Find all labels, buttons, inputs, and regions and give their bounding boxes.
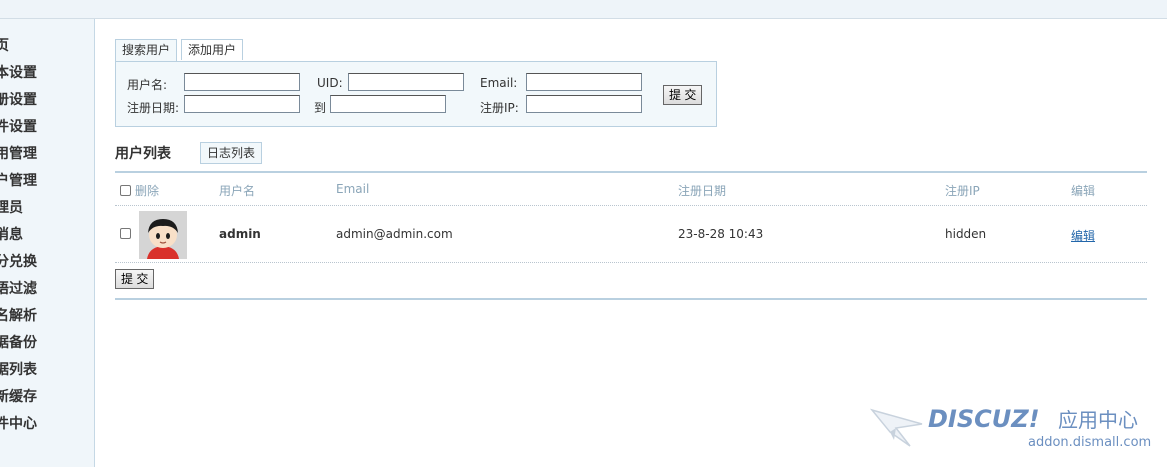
sidebar-item-domain-resolve[interactable]: 域名解析 [0, 303, 37, 330]
regip-label: 注册IP: [480, 101, 519, 115]
search-form: 用户名: UID: Email: 注册日期: 到 注册IP: 提 交 [115, 61, 717, 127]
user-table: 删除 用户名 Email 注册日期 注册IP 编辑 admin admin@ad… [115, 171, 1147, 289]
header-email: Email [336, 182, 370, 196]
select-all-checkbox[interactable] [120, 185, 131, 196]
list-submit-button[interactable]: 提 交 [115, 269, 155, 289]
sidebar-item-plugin-center[interactable]: 插件中心 [0, 411, 37, 438]
regdate-to-input[interactable] [330, 95, 446, 113]
sidebar-item-data-list[interactable]: 数据列表 [0, 357, 37, 384]
row-email: admin@admin.com [336, 227, 453, 241]
header-regip: 注册IP [945, 184, 980, 198]
sidebar-item-update-cache[interactable]: 更新缓存 [0, 384, 37, 411]
tab-log-list[interactable]: 日志列表 [200, 142, 263, 164]
regdate-label: 注册日期: [127, 101, 180, 115]
sidebar-item-user-management[interactable]: 用户管理 [0, 168, 37, 195]
watermark-suffix: 应用中心 [1058, 408, 1138, 432]
sidebar-item-messages[interactable]: 短消息 [0, 222, 37, 249]
row-edit-link[interactable]: 编辑 [1071, 227, 1095, 244]
tab-add-user[interactable]: 添加用户 [181, 39, 244, 60]
sidebar-item-register-settings[interactable]: 注册设置 [0, 87, 37, 114]
email-input[interactable] [526, 73, 642, 91]
header-regdate: 注册日期 [678, 184, 727, 198]
header-delete: 删除 [135, 184, 160, 198]
row-regdate: 23-8-28 10:43 [678, 227, 764, 241]
sidebar-item-word-filter[interactable]: 词语过滤 [0, 276, 37, 303]
search-tabs: 搜索用户 添加用户 [115, 39, 247, 62]
sidebar-item-credit-exchange[interactable]: 积分兑换 [0, 249, 37, 276]
sidebar-item-basic-settings[interactable]: 基本设置 [0, 60, 37, 87]
discuz-watermark: DISCUZ! 应用中心 addon.dismall.com [869, 402, 1160, 454]
search-submit-button[interactable]: 提 交 [663, 85, 703, 105]
sidebar: 首页 基本设置 注册设置 邮件设置 应用管理 用户管理 管理员 短消息 积分兑换… [0, 19, 95, 467]
row-username[interactable]: admin [219, 227, 261, 241]
main-content: 搜索用户 添加用户 用户名: UID: Email: 注册日期: 到 注册IP:… [95, 19, 1167, 467]
tab-search-user[interactable]: 搜索用户 [115, 39, 178, 62]
header-edit: 编辑 [1071, 184, 1096, 198]
regip-input[interactable] [526, 95, 642, 113]
row-regip: hidden [945, 227, 987, 241]
sidebar-item-admins[interactable]: 管理员 [0, 195, 37, 222]
watermark-url: addon.dismall.com [1028, 435, 1151, 450]
avatar [139, 211, 187, 259]
avatar-image-icon [139, 211, 187, 259]
uid-input[interactable] [348, 73, 464, 91]
header-username: 用户名 [219, 184, 256, 198]
regdate-to-label: 到 [314, 101, 327, 115]
email-label: Email: [480, 76, 518, 90]
sidebar-item-data-backup[interactable]: 数据备份 [0, 330, 37, 357]
username-label: 用户名: [127, 78, 168, 92]
username-input[interactable] [184, 73, 300, 91]
table-row: admin admin@admin.com 23-8-28 10:43 hidd… [115, 206, 1147, 263]
row-checkbox[interactable] [120, 228, 131, 239]
sidebar-item-app-management[interactable]: 应用管理 [0, 141, 37, 168]
table-bottom-divider [115, 298, 1147, 300]
table-header: 删除 用户名 Email 注册日期 注册IP 编辑 [115, 171, 1147, 206]
watermark-brand: DISCUZ! [928, 405, 1040, 433]
sidebar-item-mail-settings[interactable]: 邮件设置 [0, 114, 37, 141]
uid-label: UID: [317, 76, 343, 90]
discuz-logo-icon: DISCUZ! 应用中心 addon.dismall.com [869, 405, 1151, 450]
top-bar [0, 0, 1167, 19]
regdate-from-input[interactable] [184, 95, 300, 113]
sidebar-item-home[interactable]: 首页 [0, 33, 37, 60]
user-list-title: 用户列表 [115, 146, 171, 162]
